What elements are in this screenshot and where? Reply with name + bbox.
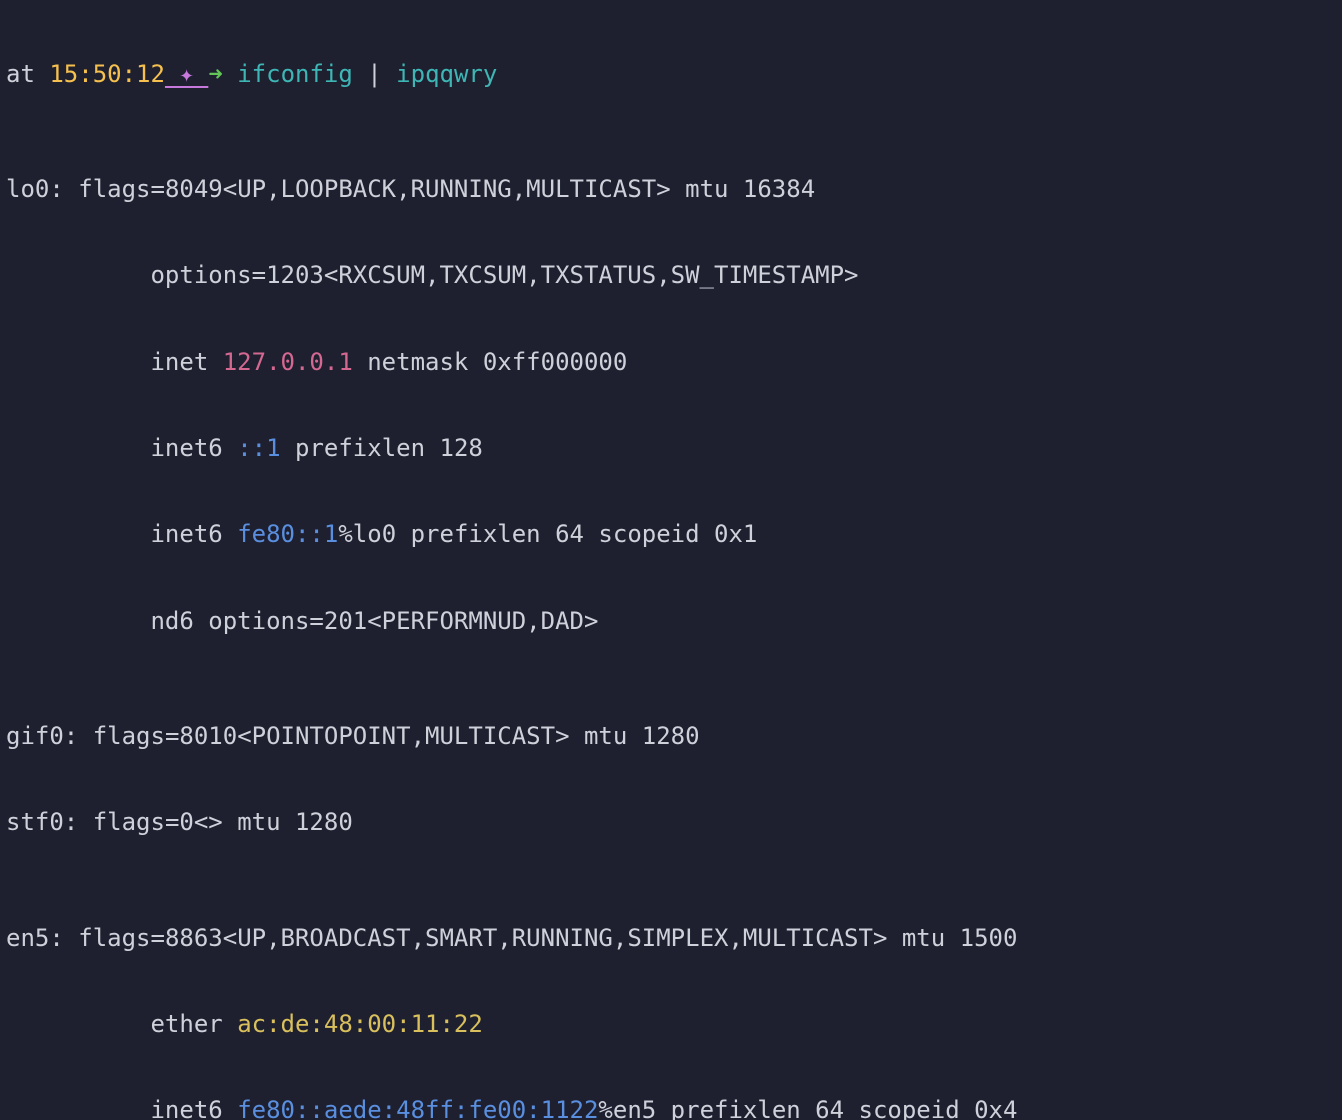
lo0-inet6-1: inet6 ::1 prefixlen 128 <box>6 434 1338 463</box>
lo0-nd6: nd6 options=201<PERFORMNUD,DAD> <box>6 607 1338 636</box>
text: nd6 options=201<PERFORMNUD,DAD> <box>150 607 598 635</box>
terminal-output[interactable]: at 15:50:12 ✦ ➜ ifconfig | ipqqwry lo0: … <box>0 0 1342 1120</box>
lo0-inet: inet 127.0.0.1 netmask 0xff000000 <box>6 348 1338 377</box>
lo0-options: options=1203<RXCSUM,TXCSUM,TXSTATUS,SW_T… <box>6 261 1338 290</box>
label: inet6 <box>150 1096 237 1120</box>
suffix: prefixlen 128 <box>281 434 483 462</box>
iface-gif0-header: gif0: flags=8010<POINTOPOINT,MULTICAST> … <box>6 722 1338 751</box>
iface-stf0-header: stf0: flags=0<> mtu 1280 <box>6 808 1338 837</box>
iface-lo0-header: lo0: flags=8049<UP,LOOPBACK,RUNNING,MULT… <box>6 175 1338 204</box>
suffix: netmask 0xff000000 <box>353 348 628 376</box>
ipv6-address: ::1 <box>237 434 280 462</box>
label: inet <box>150 348 222 376</box>
prompt-line: at 15:50:12 ✦ ➜ ifconfig | ipqqwry <box>6 60 1338 89</box>
command-ifconfig: ifconfig <box>237 60 353 88</box>
en5-ether: ether ac:de:48:00:11:22 <box>6 1010 1338 1039</box>
prompt-time: 15:50:12 <box>49 60 165 88</box>
mac-address: ac:de:48:00:11:22 <box>237 1010 483 1038</box>
prompt-arrow-icon: ➜ <box>208 60 237 88</box>
pipe-symbol: | <box>353 60 396 88</box>
ip-address: 127.0.0.1 <box>223 348 353 376</box>
suffix: %lo0 prefixlen 64 scopeid 0x1 <box>338 520 757 548</box>
lo0-options-text: options=1203<RXCSUM,TXCSUM,TXSTATUS,SW_T… <box>150 261 858 289</box>
label: inet6 <box>150 520 237 548</box>
ipv6-address: fe80::aede:48ff:fe00:1122 <box>237 1096 598 1120</box>
lo0-inet6-2: inet6 fe80::1%lo0 prefixlen 64 scopeid 0… <box>6 520 1338 549</box>
label: ether <box>150 1010 237 1038</box>
en5-inet6: inet6 fe80::aede:48ff:fe00:1122%en5 pref… <box>6 1096 1338 1120</box>
command-ipqqwry: ipqqwry <box>396 60 497 88</box>
prompt-status-icon: ✦ <box>165 60 208 88</box>
suffix: %en5 prefixlen 64 scopeid 0x4 <box>598 1096 1017 1120</box>
iface-en5-header: en5: flags=8863<UP,BROADCAST,SMART,RUNNI… <box>6 924 1338 953</box>
ipv6-address: fe80::1 <box>237 520 338 548</box>
label: inet6 <box>150 434 237 462</box>
prompt-at: at <box>6 60 49 88</box>
